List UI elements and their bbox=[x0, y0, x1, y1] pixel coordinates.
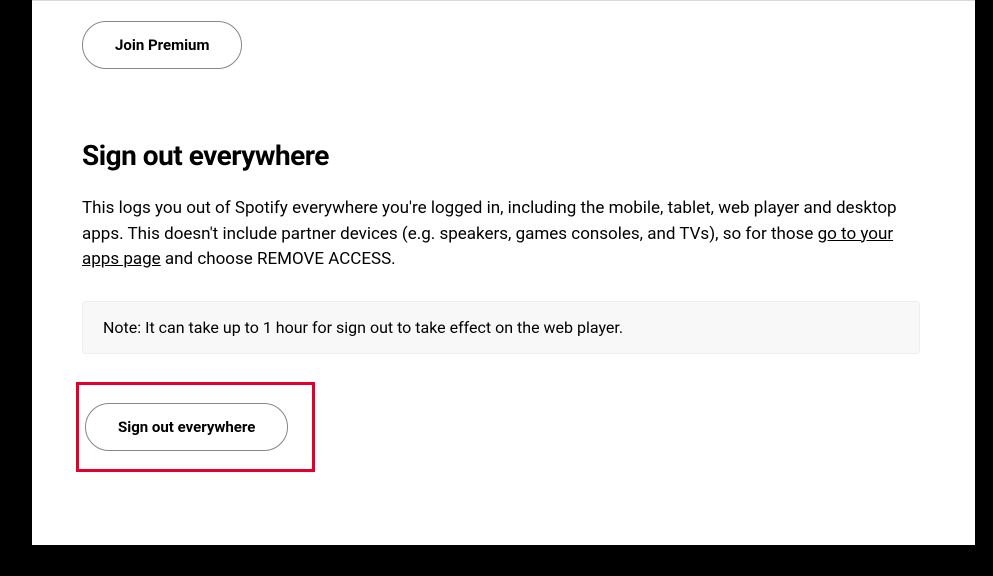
description-text-2: and choose REMOVE ACCESS. bbox=[161, 249, 396, 269]
sign-out-description: This logs you out of Spotify everywhere … bbox=[82, 196, 922, 273]
join-premium-button[interactable]: Join Premium bbox=[82, 21, 242, 69]
highlight-annotation: Sign out everywhere bbox=[76, 382, 315, 472]
description-text-1: This logs you out of Spotify everywhere … bbox=[82, 198, 897, 244]
sign-out-everywhere-heading: Sign out everywhere bbox=[82, 139, 935, 172]
settings-content: Join Premium Sign out everywhere This lo… bbox=[32, 0, 975, 545]
sign-out-note: Note: It can take up to 1 hour for sign … bbox=[82, 301, 920, 354]
sign-out-everywhere-button[interactable]: Sign out everywhere bbox=[85, 403, 288, 451]
